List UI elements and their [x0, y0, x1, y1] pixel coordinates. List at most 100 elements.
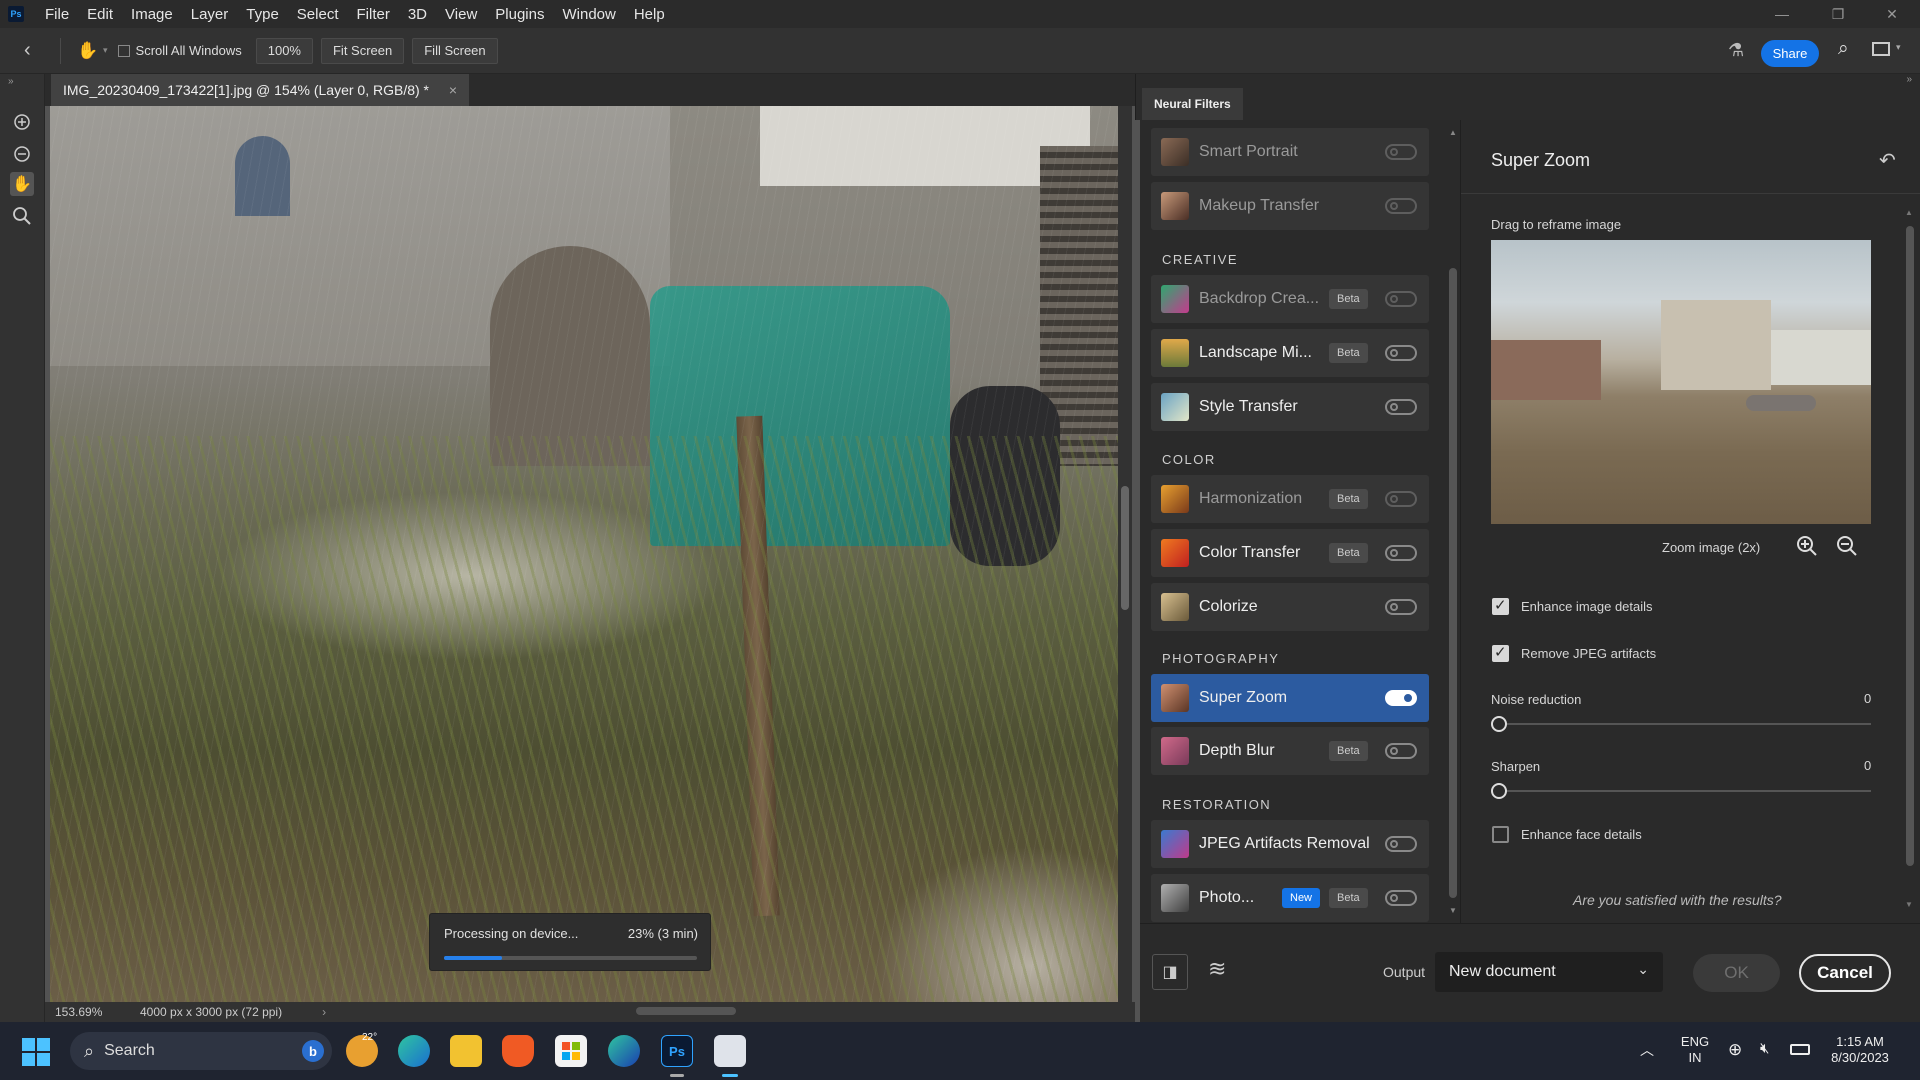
- before-after-icon[interactable]: ◨: [1152, 954, 1188, 990]
- filter-makeup-transfer[interactable]: Makeup Transfer: [1151, 182, 1429, 230]
- filter-backdrop-creator[interactable]: Backdrop Crea... Beta: [1151, 275, 1429, 323]
- menu-plugins[interactable]: Plugins: [486, 6, 553, 23]
- zoom-in-icon[interactable]: [1795, 534, 1819, 563]
- toggle-switch[interactable]: [1385, 599, 1417, 615]
- collapse-panel-icon[interactable]: »: [1906, 74, 1912, 85]
- filter-label: Color Transfer: [1199, 544, 1301, 561]
- menu-select[interactable]: Select: [288, 6, 348, 23]
- search-icon[interactable]: ⌕: [1838, 38, 1849, 60]
- clock[interactable]: 1:15 AM 8/30/2023: [1820, 1034, 1900, 1066]
- processing-status: 23% (3 min): [627, 926, 698, 941]
- menu-image[interactable]: Image: [122, 6, 182, 23]
- menu-view[interactable]: View: [436, 6, 486, 23]
- menu-layer[interactable]: Layer: [182, 6, 238, 23]
- zoom-level[interactable]: 153.69%: [55, 1005, 130, 1019]
- filter-color-transfer[interactable]: Color Transfer Beta: [1151, 529, 1429, 577]
- filter-smart-portrait[interactable]: Smart Portrait: [1151, 128, 1429, 176]
- toggle-switch[interactable]: [1385, 836, 1417, 852]
- filter-super-zoom[interactable]: Super Zoom: [1151, 674, 1429, 722]
- hand-tool-icon[interactable]: ✋: [10, 172, 34, 196]
- filter-colorize[interactable]: Colorize: [1151, 583, 1429, 631]
- snipping-tool-icon[interactable]: [714, 1035, 746, 1067]
- workspace-chevron-icon[interactable]: ▾: [1896, 42, 1901, 53]
- zoom-100-button[interactable]: 100%: [255, 37, 313, 64]
- filter-jpeg-artifacts-removal[interactable]: JPEG Artifacts Removal: [1151, 820, 1429, 868]
- filter-harmonization[interactable]: Harmonization Beta: [1151, 475, 1429, 523]
- bing-icon[interactable]: b: [302, 1040, 324, 1062]
- menu-file[interactable]: File: [36, 6, 78, 23]
- menu-filter[interactable]: Filter: [348, 6, 399, 23]
- edge-icon[interactable]: [398, 1035, 430, 1067]
- toggle-switch[interactable]: [1385, 890, 1417, 906]
- enhance-face-checkbox[interactable]: [1492, 826, 1509, 843]
- neural-filters-tab[interactable]: Neural Filters: [1142, 88, 1243, 120]
- menu-help[interactable]: Help: [625, 6, 674, 23]
- canvas-horizontal-scrollbar[interactable]: [340, 1004, 1110, 1018]
- edge-beta-icon[interactable]: [608, 1035, 640, 1067]
- workspace-icon[interactable]: [1872, 42, 1890, 56]
- fill-screen-button[interactable]: Fill Screen: [412, 37, 498, 64]
- toggle-switch[interactable]: [1385, 291, 1417, 307]
- image-canvas[interactable]: [50, 106, 1118, 1002]
- photoshop-taskbar-icon[interactable]: Ps: [661, 1035, 693, 1067]
- toggle-switch[interactable]: [1385, 198, 1417, 214]
- battery-icon[interactable]: [1790, 1044, 1810, 1055]
- microsoft-store-icon[interactable]: [555, 1035, 587, 1067]
- menu-edit[interactable]: Edit: [78, 6, 122, 23]
- layers-icon[interactable]: ≋: [1208, 956, 1226, 982]
- zoom-out-tool-icon[interactable]: [10, 142, 34, 166]
- settings-scrollbar[interactable]: ▲ ▼: [1905, 204, 1915, 917]
- toggle-switch[interactable]: [1385, 144, 1417, 160]
- back-arrow-icon[interactable]: ‹: [24, 39, 46, 62]
- minimize-icon[interactable]: —: [1754, 0, 1810, 28]
- tray-overflow-icon[interactable]: ︿: [1640, 1040, 1654, 1060]
- close-window-icon[interactable]: ✕: [1864, 0, 1920, 28]
- chevron-down-icon[interactable]: ▾: [103, 45, 108, 56]
- filter-depth-blur[interactable]: Depth Blur Beta: [1151, 727, 1429, 775]
- canvas-vertical-scrollbar[interactable]: [1118, 106, 1132, 1002]
- file-explorer-icon[interactable]: [450, 1035, 482, 1067]
- filter-style-transfer[interactable]: Style Transfer: [1151, 383, 1429, 431]
- toggle-switch[interactable]: [1385, 399, 1417, 415]
- toggle-switch[interactable]: [1385, 545, 1417, 561]
- close-tab-icon[interactable]: ×: [449, 82, 457, 98]
- brave-icon[interactable]: [502, 1035, 534, 1067]
- expand-toolbar-icon[interactable]: »: [8, 76, 14, 87]
- filter-photo-restoration[interactable]: Photo... New Beta: [1151, 874, 1429, 922]
- enhance-details-checkbox[interactable]: [1492, 596, 1509, 615]
- cancel-button[interactable]: Cancel: [1799, 954, 1891, 992]
- toggle-switch[interactable]: [1385, 491, 1417, 507]
- toggle-switch[interactable]: [1385, 345, 1417, 361]
- scroll-all-windows-checkbox[interactable]: [117, 44, 130, 57]
- flask-icon[interactable]: ⚗: [1728, 40, 1744, 61]
- status-arrow-icon[interactable]: ›: [322, 1005, 326, 1019]
- preview-house-2: [1771, 330, 1871, 385]
- zoom-tool-icon[interactable]: [10, 204, 34, 228]
- windows-start-icon[interactable]: [22, 1038, 50, 1066]
- output-select[interactable]: New document ⌄: [1435, 952, 1663, 992]
- noise-reduction-slider[interactable]: [1491, 716, 1507, 732]
- zoom-in-tool-icon[interactable]: [10, 110, 34, 134]
- mute-icon[interactable]: 🔇︎: [1760, 1040, 1769, 1057]
- fit-screen-button[interactable]: Fit Screen: [320, 37, 405, 64]
- reframe-preview-image[interactable]: [1491, 240, 1871, 524]
- filter-landscape-mixer[interactable]: Landscape Mi... Beta: [1151, 329, 1429, 377]
- reset-icon[interactable]: ↶: [1879, 148, 1896, 173]
- menu-window[interactable]: Window: [553, 6, 624, 23]
- menu-type[interactable]: Type: [237, 6, 288, 23]
- toggle-switch[interactable]: [1385, 690, 1417, 706]
- zoom-out-icon[interactable]: [1835, 534, 1859, 563]
- menu-3d[interactable]: 3D: [399, 6, 436, 23]
- share-button[interactable]: Share: [1761, 40, 1819, 67]
- restore-icon[interactable]: ❐: [1810, 0, 1866, 28]
- filter-list-scrollbar[interactable]: ▲ ▼: [1446, 120, 1460, 923]
- ok-button[interactable]: OK: [1693, 954, 1780, 992]
- toggle-switch[interactable]: [1385, 743, 1417, 759]
- chevron-down-icon[interactable]: ⌄: [1637, 961, 1649, 978]
- sharpen-slider[interactable]: [1491, 783, 1507, 799]
- hand-tool-icon[interactable]: ✋: [77, 41, 99, 61]
- remove-jpeg-checkbox[interactable]: [1492, 643, 1509, 662]
- taskbar-search[interactable]: ⌕ Search b: [70, 1032, 332, 1070]
- network-icon[interactable]: ⊕: [1728, 1040, 1742, 1060]
- document-tab[interactable]: IMG_20230409_173422[1].jpg @ 154% (Layer…: [51, 74, 469, 106]
